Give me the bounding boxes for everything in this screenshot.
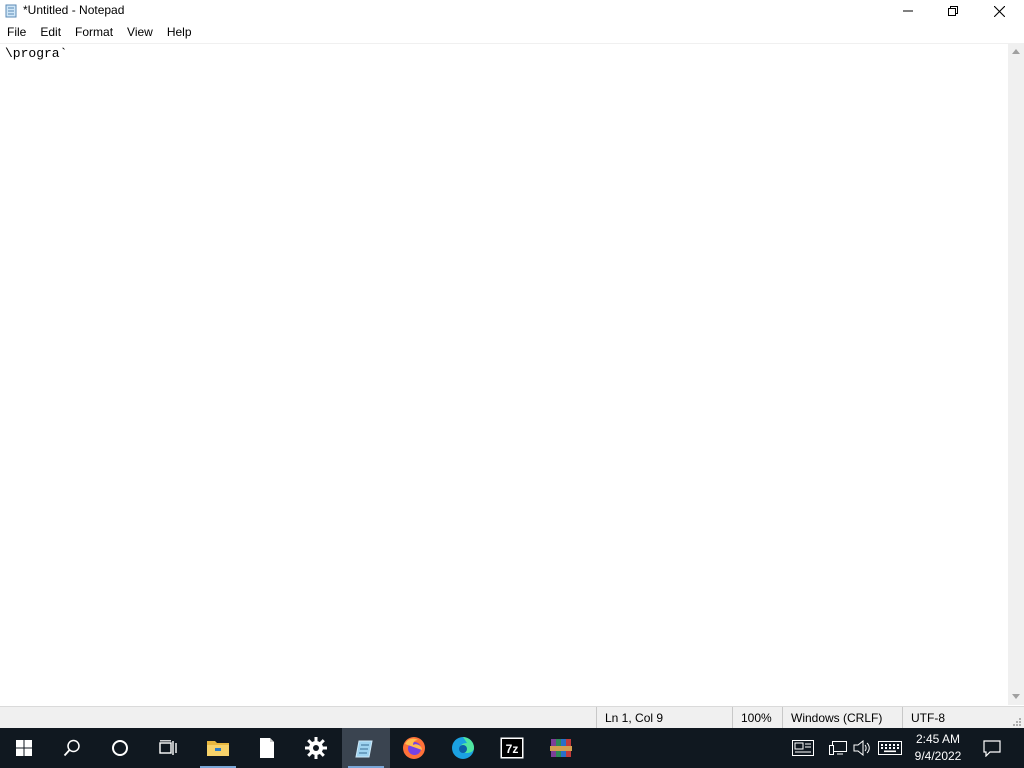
text-editor[interactable]: \progra` <box>0 43 1008 706</box>
minimize-icon <box>903 10 913 12</box>
document-icon <box>260 738 274 758</box>
clock[interactable]: 2:45 AM 9/4/2022 <box>906 731 970 765</box>
winrar-icon <box>550 739 572 757</box>
notifications-button[interactable] <box>978 728 1006 768</box>
window-title: *Untitled - Notepad <box>23 3 125 17</box>
gear-icon <box>305 737 327 759</box>
scroll-down-icon[interactable] <box>1012 694 1020 699</box>
windows-logo-icon <box>16 740 32 756</box>
taskbar-firefox[interactable] <box>390 728 438 768</box>
task-view-icon <box>159 740 177 755</box>
keyboard-button[interactable] <box>876 728 904 768</box>
menu-format[interactable]: Format <box>68 22 120 43</box>
title-bar[interactable]: *Untitled - Notepad <box>0 0 1024 22</box>
resize-grip-icon[interactable] <box>1012 717 1022 727</box>
notepad-icon <box>5 4 17 18</box>
close-icon <box>993 5 1005 17</box>
clock-date: 9/4/2022 <box>914 749 962 763</box>
menu-help[interactable]: Help <box>160 22 199 43</box>
news-icon <box>792 740 814 756</box>
svg-text:7z: 7z <box>506 742 519 756</box>
cortana-circle-icon <box>112 740 128 756</box>
taskbar-blank-document[interactable] <box>243 728 291 768</box>
network-button[interactable] <box>825 728 851 768</box>
volume-icon <box>853 740 870 756</box>
taskbar-edge[interactable] <box>439 728 487 768</box>
notification-icon <box>983 739 1001 757</box>
cortana-button[interactable] <box>96 728 144 768</box>
close-button[interactable] <box>976 0 1022 22</box>
menu-edit[interactable]: Edit <box>33 22 68 43</box>
taskbar: 7z 2:45 AM 9/4/2022 <box>0 728 1024 768</box>
taskbar-notepad[interactable] <box>342 728 390 768</box>
folder-icon <box>207 741 229 756</box>
line-ending: Windows (CRLF) <box>782 707 902 729</box>
network-icon <box>829 741 847 755</box>
keyboard-icon <box>878 741 902 755</box>
scroll-up-icon[interactable] <box>1012 49 1020 54</box>
editor-content[interactable]: \progra` <box>5 46 67 61</box>
volume-button[interactable] <box>849 728 875 768</box>
cursor-position: Ln 1, Col 9 <box>596 707 732 729</box>
vertical-scrollbar[interactable] <box>1008 43 1024 705</box>
menu-bar: File Edit Format View Help <box>0 22 1024 43</box>
search-button[interactable] <box>48 728 96 768</box>
minimize-button[interactable] <box>885 0 931 22</box>
news-button[interactable] <box>790 728 816 768</box>
status-bar: Ln 1, Col 9 100% Windows (CRLF) UTF-8 <box>0 706 1024 729</box>
search-icon <box>63 739 80 757</box>
zoom-level: 100% <box>732 707 782 729</box>
encoding: UTF-8 <box>902 707 1012 729</box>
7zip-icon: 7z <box>500 737 524 759</box>
restore-icon <box>948 6 958 16</box>
taskbar-file-explorer[interactable] <box>194 728 242 768</box>
menu-file[interactable]: File <box>0 22 33 43</box>
notepad-icon <box>355 740 373 758</box>
start-button[interactable] <box>0 728 48 768</box>
taskbar-settings[interactable] <box>292 728 340 768</box>
edge-icon <box>452 737 474 759</box>
menu-view[interactable]: View <box>120 22 160 43</box>
taskbar-winrar[interactable] <box>537 728 585 768</box>
restore-button[interactable] <box>930 0 976 22</box>
firefox-icon <box>403 737 425 759</box>
taskbar-7zip[interactable]: 7z <box>488 728 536 768</box>
clock-time: 2:45 AM <box>915 732 961 746</box>
task-view-button[interactable] <box>144 728 192 768</box>
